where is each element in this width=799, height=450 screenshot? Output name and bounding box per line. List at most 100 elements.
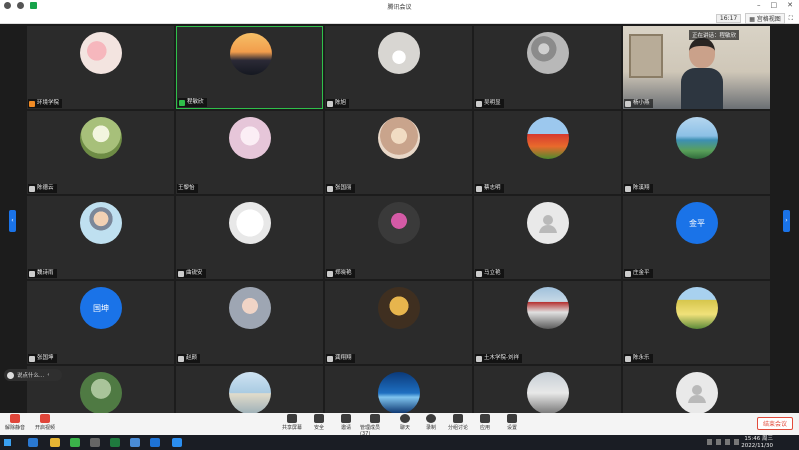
participant-tile[interactable]: 蔡志明 [474, 111, 621, 194]
start-video-button[interactable]: 开启视频 [32, 414, 58, 431]
participant-avatar [527, 117, 569, 159]
participant-name: 魏诗雨 [37, 270, 54, 276]
video-stage: ‹ › 环境学院 程敏欣 陈旭 吴明显 正在讲话：程敏欣 杨小燕 陈德云 王黎怡 张国丽 蔡志明陈… [0, 24, 799, 413]
end-meeting-button[interactable]: 结束会议 [756, 417, 793, 430]
participant-tile[interactable]: 张国丽 [325, 111, 472, 194]
manage-members-button[interactable]: 管理成员(37) [360, 414, 390, 437]
participant-tile[interactable]: 陈旭 [325, 26, 472, 109]
participant-tile[interactable]: 正在讲话：程敏欣杨小燕 [623, 26, 770, 109]
folder-icon[interactable] [50, 438, 60, 447]
toolbar-label: 聊天 [399, 425, 410, 431]
participant-name-tag: 陈永乐 [624, 354, 653, 363]
participant-tile[interactable]: 郑晓艳 [325, 196, 472, 279]
participant-tile[interactable]: 金平 庄金平 [623, 196, 770, 279]
mic-muted-icon [29, 355, 35, 362]
close-icon[interactable]: ✕ [787, 1, 793, 9]
tray-icon-1[interactable] [707, 439, 712, 445]
participant-name: 土木学院-刘祥 [484, 355, 519, 361]
participant-tile[interactable] [623, 366, 770, 413]
participant-tile[interactable]: 国坤 张国坤 [27, 281, 174, 364]
chat-collapsed-panel[interactable]: 说点什么... ‹ [4, 369, 62, 381]
mic-muted-icon [625, 355, 631, 362]
taskbar-clock[interactable]: 15:46 周三 2022/11/30 [741, 436, 773, 449]
participant-name-tag: 程敏欣 [178, 98, 207, 107]
tencent-meeting-icon[interactable] [172, 438, 182, 447]
participant-tile[interactable] [474, 366, 621, 413]
apps-icon [480, 414, 490, 423]
breakout-rooms-button[interactable]: 分组讨论 [445, 414, 471, 431]
participant-tile[interactable]: 陈德云 [27, 111, 174, 194]
settings-button[interactable]: 设置 [499, 414, 525, 431]
participant-name: 陈德云 [37, 185, 54, 191]
next-page-arrow[interactable]: › [783, 210, 790, 232]
participant-tile[interactable]: 曲锐安 [176, 196, 323, 279]
unmute-button[interactable]: 解除静音 [2, 414, 28, 431]
participant-tile[interactable]: 魏诗雨 [27, 196, 174, 279]
mic-muted-icon [327, 185, 333, 192]
excel-icon[interactable] [110, 438, 120, 447]
gear-icon [507, 414, 517, 423]
participant-tile[interactable]: 王黎怡 [176, 111, 323, 194]
participant-name: 张国丽 [335, 185, 352, 191]
participant-name-tag: 赵颜 [177, 354, 201, 363]
participant-avatar [527, 32, 569, 74]
system-tray [707, 439, 739, 445]
share-screen-button[interactable]: 共享屏幕 [279, 414, 305, 431]
share-screen-icon [287, 414, 297, 423]
participant-tile[interactable]: 环境学院 [27, 26, 174, 109]
participant-tile[interactable] [325, 366, 472, 413]
chevron-left-icon[interactable]: ‹ [47, 372, 49, 378]
tray-icon-4[interactable] [734, 439, 739, 445]
participant-name-tag: 杨小燕 [624, 99, 653, 108]
meeting-toolbar: 结束会议 解除静音 开启视频 共享屏幕 安全 邀请 管理成员(37) 聊天 录制 分组讨论 应用 设… [0, 413, 799, 437]
participant-name-tag: 张国坤 [28, 354, 57, 363]
edge-icon[interactable] [28, 438, 38, 447]
participant-tile[interactable]: 陈溪翔 [623, 111, 770, 194]
speaking-indicator: 正在讲话：程敏欣 [689, 30, 740, 40]
prev-page-arrow[interactable]: ‹ [9, 210, 16, 232]
view-switch-button[interactable]: ▦ 宫格视图 [745, 13, 785, 24]
chat-placeholder: 说点什么... [17, 373, 45, 379]
participant-avatar [378, 202, 420, 244]
participant-tile[interactable]: 马立艳 [474, 196, 621, 279]
participant-tile[interactable]: 程敏欣 [176, 26, 323, 109]
ie-icon[interactable] [150, 438, 160, 447]
participant-name-tag: 龚翔翔 [326, 354, 355, 363]
mic-muted-icon [476, 100, 482, 107]
mic-muted-icon [625, 270, 631, 277]
participant-name-tag: 郑晓艳 [326, 269, 355, 278]
participant-name-tag: 张国丽 [326, 184, 355, 193]
windows-start-icon[interactable] [4, 439, 11, 446]
windows-taskbar: 15:46 周三 2022/11/30 [0, 435, 799, 450]
participant-tile[interactable] [176, 366, 323, 413]
tray-icon-3[interactable] [725, 439, 730, 445]
mic-muted-icon [476, 270, 482, 277]
chat-button[interactable]: 聊天 [392, 414, 418, 431]
participant-avatar [80, 202, 122, 244]
chrome-icon[interactable] [90, 438, 100, 447]
participant-tile[interactable]: 陈永乐 [623, 281, 770, 364]
record-button[interactable]: 录制 [418, 414, 444, 431]
participant-name: 陈永乐 [633, 355, 650, 361]
participant-tile[interactable]: 赵颜 [176, 281, 323, 364]
participant-name: 赵颜 [186, 355, 198, 361]
window-controls: – □ ✕ [757, 1, 793, 9]
participant-name-tag: 曲锐安 [177, 269, 206, 278]
view-label: 宫格视图 [756, 16, 781, 23]
toolbar-label: 共享屏幕 [281, 425, 302, 431]
participant-tile[interactable]: 土木学院-刘祥 [474, 281, 621, 364]
invite-button[interactable]: 邀请 [333, 414, 359, 431]
participant-tile[interactable]: 吴明显 [474, 26, 621, 109]
wechat-icon[interactable] [70, 438, 80, 447]
toolbar-label: 设置 [506, 425, 517, 431]
restore-icon[interactable]: □ [771, 1, 778, 9]
participant-tile[interactable]: 龚翔翔 [325, 281, 472, 364]
fullscreen-icon[interactable]: ⛶ [789, 15, 793, 23]
tray-icon-2[interactable] [716, 439, 721, 445]
taskbar-date: 2022/11/30 [741, 442, 773, 449]
app-icon[interactable] [130, 438, 140, 447]
minimize-icon[interactable]: – [757, 1, 761, 9]
apps-button[interactable]: 应用 [472, 414, 498, 431]
security-button[interactable]: 安全 [306, 414, 332, 431]
participant-avatar [378, 117, 420, 159]
